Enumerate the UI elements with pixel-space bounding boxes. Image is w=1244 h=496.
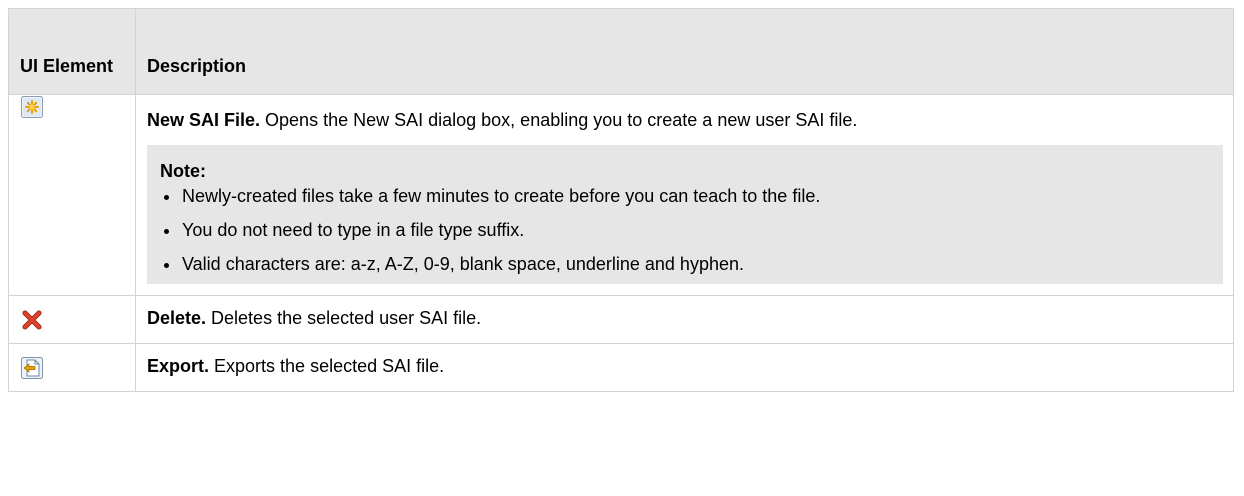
row-text: Deletes the selected user SAI file.	[206, 308, 482, 328]
list-item: Valid characters are: a-z, A-Z, 0-9, bla…	[160, 253, 1211, 275]
header-ui-element: UI Element	[8, 8, 136, 95]
row-title: Export.	[147, 356, 210, 376]
row-title: New SAI File.	[147, 110, 261, 130]
delete-icon	[22, 310, 42, 330]
icon-cell	[8, 343, 136, 392]
note-list: Newly-created files take a few minutes t…	[160, 185, 1211, 275]
row-description: Delete. Deletes the selected user SAI fi…	[147, 296, 1233, 330]
list-item: You do not need to type in a file type s…	[160, 219, 1211, 241]
description-cell: Delete. Deletes the selected user SAI fi…	[135, 295, 1234, 344]
row-text: Opens the New SAI dialog box, enabling y…	[260, 110, 858, 130]
export-icon	[21, 357, 43, 379]
description-cell: New SAI File. Opens the New SAI dialog b…	[135, 94, 1234, 296]
new-file-icon	[21, 96, 43, 118]
icon-cell	[8, 94, 136, 296]
description-cell: Export. Exports the selected SAI file.	[135, 343, 1234, 392]
note-box: Note: Newly-created files take a few min…	[147, 145, 1223, 284]
row-title: Delete.	[147, 308, 207, 328]
row-text: Exports the selected SAI file.	[209, 356, 445, 376]
header-description: Description	[135, 8, 1234, 95]
table-row: New SAI File. Opens the New SAI dialog b…	[8, 94, 1234, 296]
table-header-row: UI Element Description	[8, 8, 1234, 95]
list-item: Newly-created files take a few minutes t…	[160, 185, 1211, 207]
row-description: New SAI File. Opens the New SAI dialog b…	[147, 95, 1233, 132]
row-description: Export. Exports the selected SAI file.	[147, 344, 1233, 378]
icon-cell	[8, 295, 136, 344]
note-title: Note:	[160, 161, 206, 181]
ui-elements-table: UI Element Description New SAI File. Ope…	[8, 8, 1234, 392]
table-row: Export. Exports the selected SAI file.	[8, 343, 1234, 392]
table-row: Delete. Deletes the selected user SAI fi…	[8, 295, 1234, 344]
